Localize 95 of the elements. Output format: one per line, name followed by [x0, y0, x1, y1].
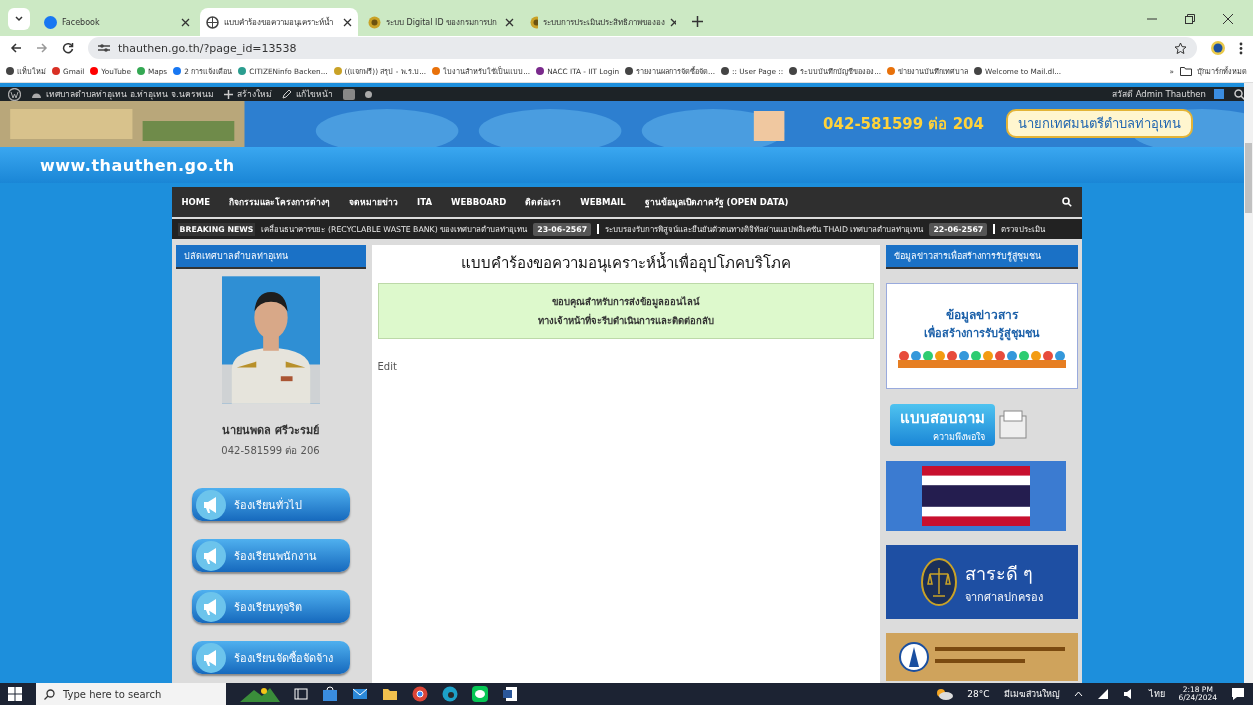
banner-subtitle: เพื่อสร้างการรับรู้สู่ชุมชน	[923, 324, 1040, 342]
new-tab-icon[interactable]	[692, 16, 703, 27]
star-icon[interactable]	[1174, 41, 1187, 55]
browser-icon[interactable]	[412, 686, 428, 702]
plus-icon	[223, 89, 233, 99]
profile-icon[interactable]	[1211, 41, 1225, 55]
scrollbar[interactable]	[1244, 83, 1253, 683]
network-icon[interactable]	[1096, 688, 1109, 700]
nav-link[interactable]: ITA	[417, 197, 432, 207]
nav-link[interactable]: กิจกรรมและโครงการต่างๆ	[229, 195, 331, 209]
reload-icon[interactable]	[62, 42, 74, 54]
hotline-number: 042-581599 ต่อ 204	[823, 113, 984, 135]
nav-link[interactable]: WEBMAIL	[580, 197, 626, 207]
seal-icon	[530, 15, 539, 29]
close-icon[interactable]	[670, 17, 676, 27]
banner-subtitle: ความพึงพอใจ	[932, 431, 985, 444]
close-icon[interactable]	[181, 17, 190, 27]
promo-banner[interactable]: สาระดี ๆ จากศาลปกครอง	[885, 545, 1078, 619]
landscape-icon[interactable]	[240, 686, 280, 702]
person-name: นายนพดล ศรีวะรมย์	[222, 423, 319, 439]
weather-icon[interactable]	[935, 688, 954, 700]
restore-icon[interactable]	[1185, 14, 1195, 24]
complaint-button[interactable]: ร้องเรียนทุจริต	[191, 590, 350, 623]
wordpress-icon[interactable]	[8, 87, 21, 101]
status-dot-icon	[364, 90, 372, 98]
promo-banner[interactable]: ข้อมูลข่าวสาร เพื่อสร้างการรับรู้สู่ชุมชน	[885, 283, 1078, 389]
megaphone-icon	[195, 489, 226, 520]
edge-icon[interactable]	[442, 686, 458, 702]
banner-title: ข้อมูลข่าวสาร	[945, 306, 1018, 324]
language-indicator[interactable]: ไทย	[1148, 687, 1165, 701]
mail-icon[interactable]	[352, 686, 368, 702]
search-icon[interactable]	[1061, 197, 1072, 207]
notice-line: ขอบคุณสำหรับการส่งข้อมูลออนไลน์	[552, 295, 699, 309]
edit-page-link[interactable]: แก้ไขหน้า	[281, 87, 333, 101]
site-settings-icon	[98, 43, 110, 53]
store-icon[interactable]	[322, 686, 338, 702]
page-title: แบบคำร้องขอความอนุเคราะห์น้ำเพื่ออุปโภคบริโภค	[459, 251, 792, 275]
browser-tab[interactable]: ระบบ Digital ID ของกรมการปก	[362, 8, 520, 36]
caret-icon[interactable]	[1073, 691, 1083, 697]
nav-link[interactable]: ติดต่อเรา	[525, 195, 562, 209]
site-link[interactable]: เทศบาลตำบลท่าอุเทน อ.ท่าอุเทน จ.นครพนม	[31, 87, 214, 101]
nav-link[interactable]: จดหมายข่าว	[349, 195, 399, 209]
emblem-icon	[898, 642, 929, 672]
banner-title: สาระดี ๆ	[964, 561, 1035, 586]
banner-title: แบบสอบถาม	[899, 408, 985, 429]
promo-banner[interactable]	[885, 633, 1078, 681]
close-icon[interactable]	[343, 17, 352, 27]
printer-icon	[998, 410, 1027, 440]
site-address: www.thauthen.go.th	[40, 155, 235, 175]
tab-list-button[interactable]	[8, 8, 30, 30]
account-link[interactable]: สวัสดี Admin Thauthen	[1112, 87, 1224, 101]
banner-subtitle: จากศาลปกครอง	[964, 589, 1043, 606]
close-icon[interactable]	[1223, 14, 1233, 24]
megaphone-icon	[195, 540, 226, 571]
megaphone-icon	[195, 642, 226, 673]
browser-tab[interactable]: Facebook	[38, 8, 196, 36]
new-link[interactable]: สร้างใหม่	[223, 87, 272, 101]
menu-icon[interactable]	[1239, 41, 1243, 55]
address-field[interactable]: thauthen.go.th/?page_id=13538	[88, 37, 1197, 59]
caret-icon	[14, 14, 24, 24]
nav-link[interactable]: ฐานข้อมูลเปิดภาครัฐ (OPEN DATA)	[644, 195, 789, 209]
browser-tab[interactable]: แบบคำร้องขอความอนุเคราะห์น้ำ	[200, 8, 358, 36]
browser-tab[interactable]: ระบบการประเมินประสิทธิภาพขององ	[524, 8, 682, 36]
section-heading: ข้อมูลข่าวสารเพื่อสร้างการรับรู้สู่ชุมชน	[885, 245, 1078, 269]
section-heading: ปลัดเทศบาลตำบลท่าอุเทน	[175, 245, 366, 269]
temperature[interactable]: 28°C	[967, 689, 990, 699]
nav-link[interactable]: WEBBOARD	[451, 197, 507, 207]
facebook-icon	[44, 15, 57, 29]
weather-text[interactable]: มีเมฆส่วนใหญ่	[1003, 687, 1060, 701]
task-view-icon[interactable]	[294, 687, 308, 701]
forward-icon[interactable]	[36, 42, 48, 54]
megaphone-icon	[195, 591, 226, 622]
search-icon[interactable]	[1234, 88, 1245, 100]
document-icon[interactable]	[502, 686, 518, 702]
notice-line: ทางเจ้าหน้าที่จะรีบดำเนินการและติดต่อกลับ	[537, 313, 714, 328]
chat-icon[interactable]	[472, 686, 488, 702]
seal-icon	[368, 15, 381, 29]
notification-icon[interactable]	[1231, 687, 1245, 701]
complaint-button[interactable]: ร้องเรียนทั่วไป	[191, 488, 350, 521]
complaint-button[interactable]: ร้องเรียนจัดซื้อจัดจ้าง	[191, 641, 350, 674]
folder-icon	[1180, 66, 1192, 76]
mayor-title: นายกเทศมนตรีตำบลท่าอุเทน	[1006, 109, 1193, 138]
close-icon[interactable]	[505, 17, 514, 27]
edit-link[interactable]: Edit	[377, 361, 874, 372]
taskbar-search-field[interactable]: Type here to search	[36, 683, 226, 705]
pencil-icon	[281, 89, 292, 99]
person-phone: 042-581599 ต่อ 206	[221, 444, 320, 458]
search-icon	[44, 688, 55, 700]
back-icon[interactable]	[10, 42, 22, 54]
globe-icon	[206, 15, 219, 29]
nav-link[interactable]: HOME	[181, 197, 211, 207]
scales-icon	[920, 558, 957, 606]
folder-icon[interactable]	[382, 686, 398, 702]
windows-icon[interactable]	[8, 687, 22, 701]
complaint-button[interactable]: ร้องเรียนพนักงาน	[191, 539, 350, 572]
